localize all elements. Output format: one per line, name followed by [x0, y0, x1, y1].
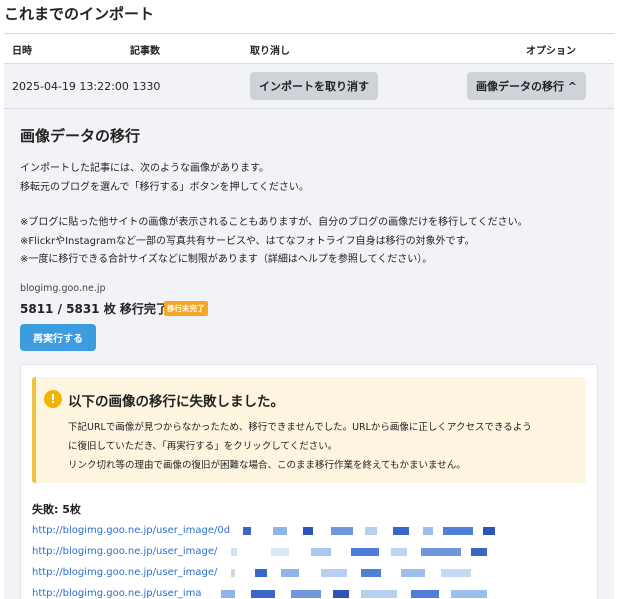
migration-count: 5811 / 5831 枚 移行完了 — [20, 302, 168, 316]
migration-desc-1: インポートした記事には、次のような画像があります。 — [20, 163, 269, 174]
failure-count: 失敗: 5枚 — [32, 503, 81, 516]
failed-image-link[interactable]: http://blogimg.goo.ne.jp/user_image/0d — [32, 525, 230, 536]
header-cancel: 取り消し — [250, 46, 290, 57]
image-migration-toggle-button[interactable]: 画像データの移行 ^ — [467, 72, 586, 100]
page-title: これまでのインポート — [4, 5, 155, 23]
failure-box: ! 以下の画像の移行に失敗しました。 下記URLで画像が見つからなかったため、移… — [20, 364, 598, 599]
migration-note-1: ※ブログに貼った他サイトの画像が表示されることもありますが、自分のブログの画像だ… — [20, 217, 528, 228]
import-date-count: 2025-04-19 13:22:00 1330 — [12, 80, 161, 93]
retry-button[interactable]: 再実行する — [20, 324, 96, 351]
header-date: 日時 — [12, 46, 32, 57]
migration-panel: 画像データの移行 インポートした記事には、次のような画像があります。 移転元のブ… — [4, 109, 614, 599]
status-badge: 移行未完了 — [164, 301, 208, 316]
table-header: 日時 記事数 取り消し オプション — [4, 33, 614, 64]
failed-image-link[interactable]: http://blogimg.goo.ne.jp/user_image/ — [32, 546, 217, 557]
warning-alert: ! 以下の画像の移行に失敗しました。 下記URLで画像が見つからなかったため、移… — [32, 377, 586, 483]
warning-line-2: に復旧していただき、「再実行する」をクリックしてください。 — [68, 441, 338, 452]
redacted-url-part — [231, 546, 503, 558]
failed-image-link[interactable]: http://blogimg.goo.ne.jp/user_image/ — [32, 567, 217, 578]
table-row: 2025-04-19 13:22:00 1330 インポートを取り消す 画像デー… — [4, 64, 614, 109]
header-options: オプション — [526, 46, 576, 57]
redacted-url-part — [243, 525, 503, 537]
migration-title: 画像データの移行 — [20, 127, 141, 145]
source-domain: blogimg.goo.ne.jp — [20, 283, 106, 294]
header-count: 記事数 — [130, 46, 160, 57]
redacted-url-part — [221, 588, 503, 599]
failed-image-link[interactable]: http://blogimg.goo.ne.jp/user_ima — [32, 588, 201, 599]
migration-note-3: ※一度に移行できる合計サイズなどに制限があります（詳細はヘルプを参照してください… — [20, 254, 433, 265]
migration-note-2: ※FlickrやInstagramなど一部の写真共有サービスや、はてなフォトライ… — [20, 236, 475, 247]
redacted-url-part — [231, 567, 503, 579]
cancel-import-button[interactable]: インポートを取り消す — [250, 72, 378, 100]
warning-title: 以下の画像の移行に失敗しました。 — [68, 394, 284, 410]
exclamation-icon: ! — [44, 390, 62, 408]
warning-line-1: 下記URLで画像が見つからなかったため、移行できませんでした。URLから画像に正… — [68, 422, 532, 433]
warning-line-3: リンク切れ等の理由で画像の復旧が困難な場合、このまま移行作業を終えてもかまいませ… — [68, 460, 466, 471]
migration-desc-2: 移転元のブログを選んで「移行する」ボタンを押してください。 — [20, 182, 309, 193]
